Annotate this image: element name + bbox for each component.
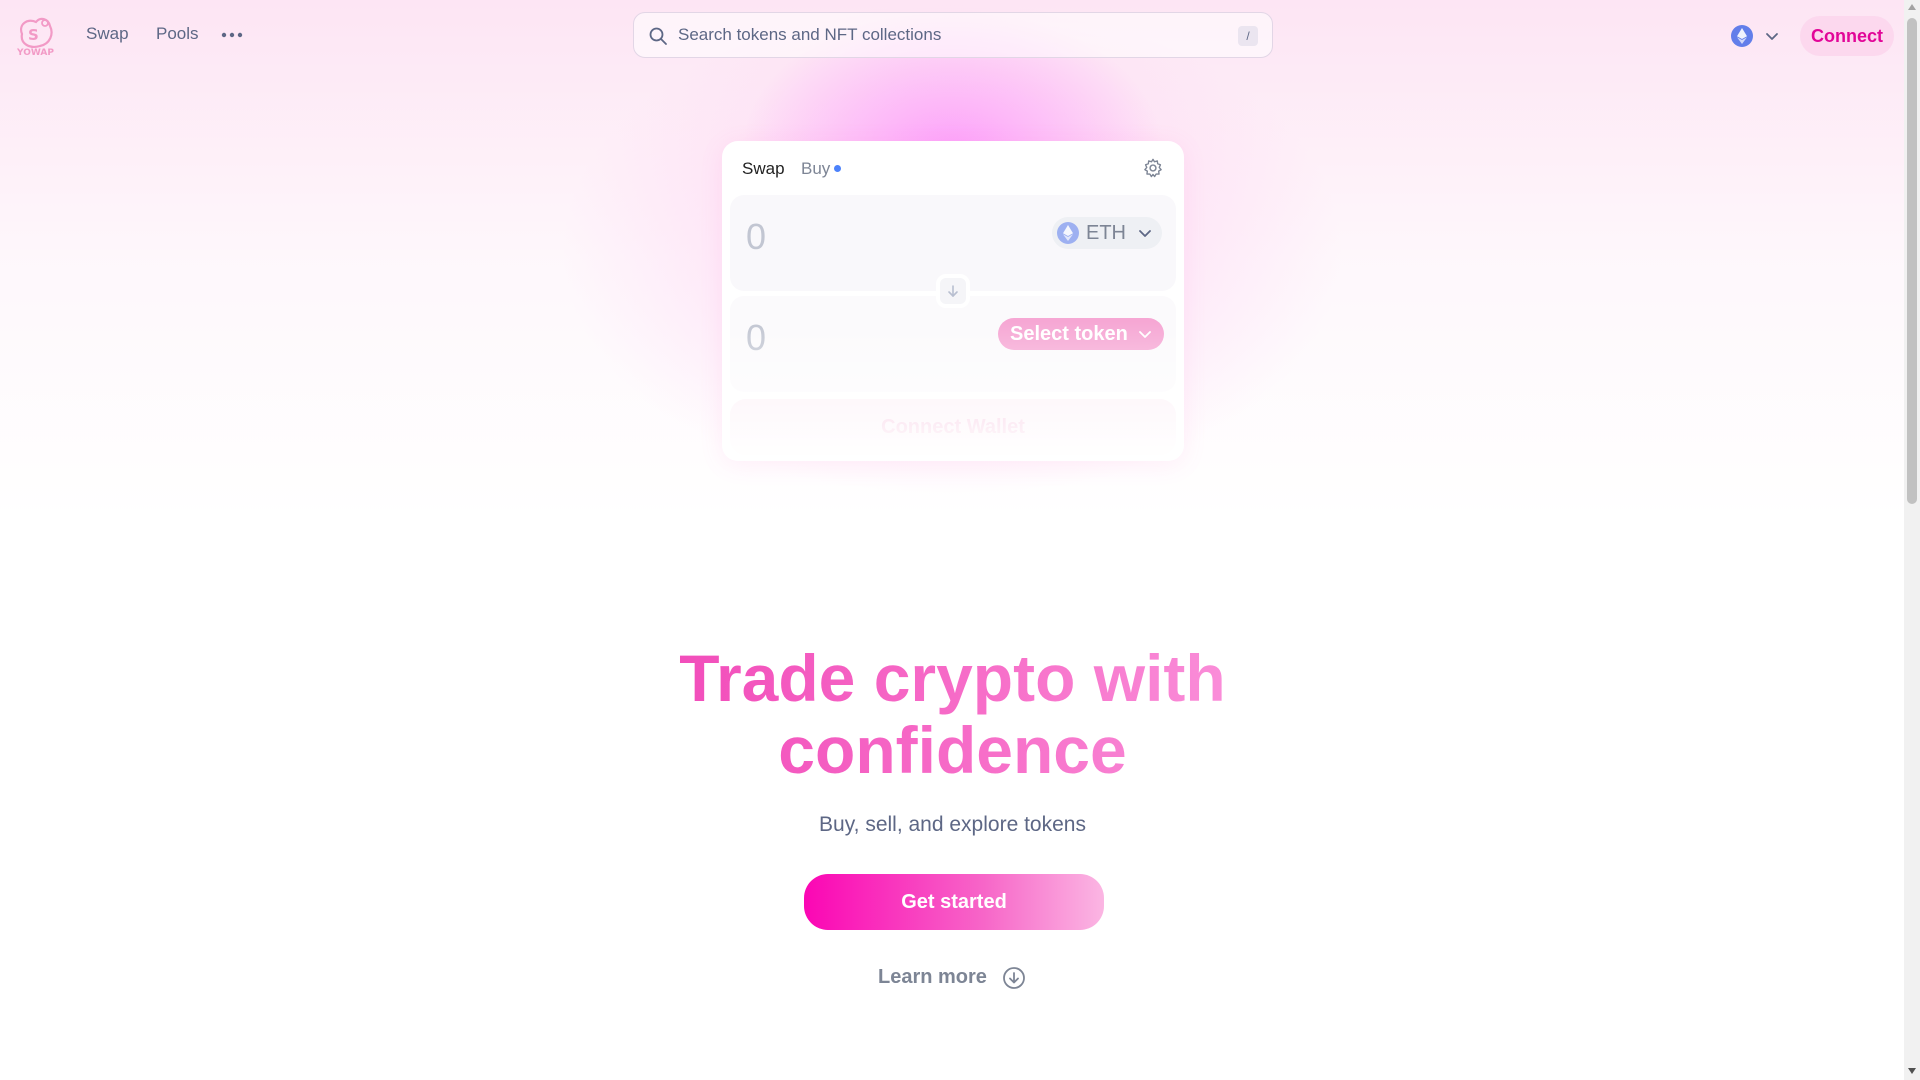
svg-text:S: S [28, 26, 39, 44]
hero-title-line-1: Trade crypto with [679, 641, 1226, 715]
hero-title: Trade crypto with confidence [560, 642, 1345, 786]
arrow-down-icon [948, 285, 958, 297]
gear-icon[interactable] [1142, 157, 1164, 179]
ellipsis-icon [221, 32, 243, 38]
ethereum-icon [1057, 222, 1079, 244]
sell-token-selector[interactable]: ETH [1052, 217, 1162, 249]
scroll-down-arrow[interactable] [1908, 1068, 1916, 1074]
nav-swap-link[interactable]: Swap [86, 24, 129, 44]
scroll-up-arrow[interactable] [1908, 4, 1916, 10]
select-token-label: Select token [1010, 323, 1128, 345]
svg-text:YOWAP: YOWAP [16, 48, 54, 56]
get-started-button[interactable]: Get started [804, 874, 1104, 930]
buy-indicator-dot [834, 165, 841, 172]
scrollbar-thumb[interactable] [1907, 18, 1917, 504]
chevron-down-icon [1139, 230, 1151, 237]
sell-amount-input[interactable] [746, 215, 946, 259]
arrow-down-circle-icon [1003, 967, 1025, 989]
switch-tokens-button[interactable] [936, 274, 970, 308]
search-shortcut-key: / [1238, 26, 1258, 46]
buy-amount-input[interactable] [746, 316, 946, 360]
chevron-down-icon [1139, 331, 1151, 338]
network-selector[interactable] [1730, 24, 1784, 48]
navbar: S YOWAP Swap Pools / Connect [0, 0, 1904, 72]
search-bar[interactable]: / [633, 12, 1273, 58]
search-icon [649, 27, 667, 45]
page-scrollbar[interactable] [1904, 0, 1920, 1080]
sell-token-symbol: ETH [1086, 222, 1126, 244]
learn-more-label: Learn more [878, 966, 987, 988]
nav-pools-link[interactable]: Pools [156, 24, 199, 44]
tab-buy[interactable]: Buy [801, 159, 830, 179]
chevron-down-icon [1766, 33, 1778, 40]
search-input[interactable] [678, 21, 1218, 49]
select-token-button[interactable]: Select token [998, 318, 1164, 350]
buy-panel: Select token [730, 296, 1176, 392]
hero-subtitle: Buy, sell, and explore tokens [819, 813, 1086, 836]
swap-widget: Swap Buy ETH Select token [722, 141, 1184, 461]
tab-swap[interactable]: Swap [742, 159, 785, 179]
connect-button[interactable]: Connect [1800, 16, 1894, 56]
app-logo[interactable]: S YOWAP [14, 14, 54, 56]
learn-more-link[interactable]: Learn more [876, 962, 1036, 992]
connect-wallet-button[interactable]: Connect Wallet [730, 399, 1176, 455]
ethereum-icon [1731, 25, 1753, 47]
hero-title-line-2: confidence [778, 713, 1127, 787]
more-menu-button[interactable] [220, 25, 244, 45]
